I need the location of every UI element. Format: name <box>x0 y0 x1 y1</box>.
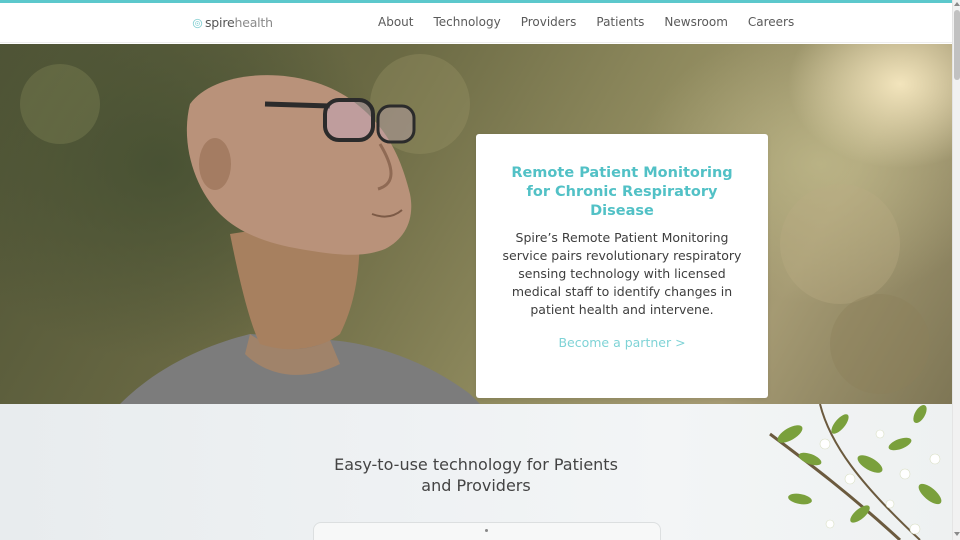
nav-item-newsroom[interactable]: Newsroom <box>654 11 737 33</box>
hero-banner: Remote Patient Monitoring for Chronic Re… <box>0 44 952 404</box>
scroll-down-arrow-icon[interactable] <box>954 532 960 536</box>
scroll-up-arrow-icon[interactable] <box>954 2 960 6</box>
features-section: Easy-to-use technology for Patients and … <box>0 404 952 540</box>
spire-health-logo[interactable]: spirehealth <box>192 15 273 31</box>
spire-flower-icon <box>192 18 203 28</box>
nav-item-patients[interactable]: Patients <box>586 11 654 33</box>
main-nav: About Technology Providers Patients News… <box>368 11 804 33</box>
hero-card: Remote Patient Monitoring for Chronic Re… <box>476 134 768 398</box>
logo-wordmark: spirehealth <box>205 15 273 31</box>
nav-item-providers[interactable]: Providers <box>511 11 587 33</box>
hero-card-body: Spire’s Remote Patient Monitoring servic… <box>502 230 742 317</box>
page-scrollbar[interactable] <box>952 0 960 540</box>
logo-wordmark-health: health <box>234 15 273 30</box>
nav-item-about[interactable]: About <box>368 11 423 33</box>
device-camera <box>485 529 488 532</box>
hero-card-title: Remote Patient Monitoring for Chronic Re… <box>511 165 733 219</box>
scrollbar-thumb[interactable] <box>954 10 960 80</box>
become-partner-link[interactable]: Become a partner > <box>558 335 685 350</box>
features-heading: Easy-to-use technology for Patients and … <box>334 455 618 495</box>
nav-item-technology[interactable]: Technology <box>423 11 510 33</box>
nav-item-careers[interactable]: Careers <box>738 11 804 33</box>
logo-wordmark-spire: spire <box>205 15 235 30</box>
tablet-device-image <box>313 522 661 540</box>
site-header: spirehealth About Technology Providers P… <box>0 3 952 43</box>
